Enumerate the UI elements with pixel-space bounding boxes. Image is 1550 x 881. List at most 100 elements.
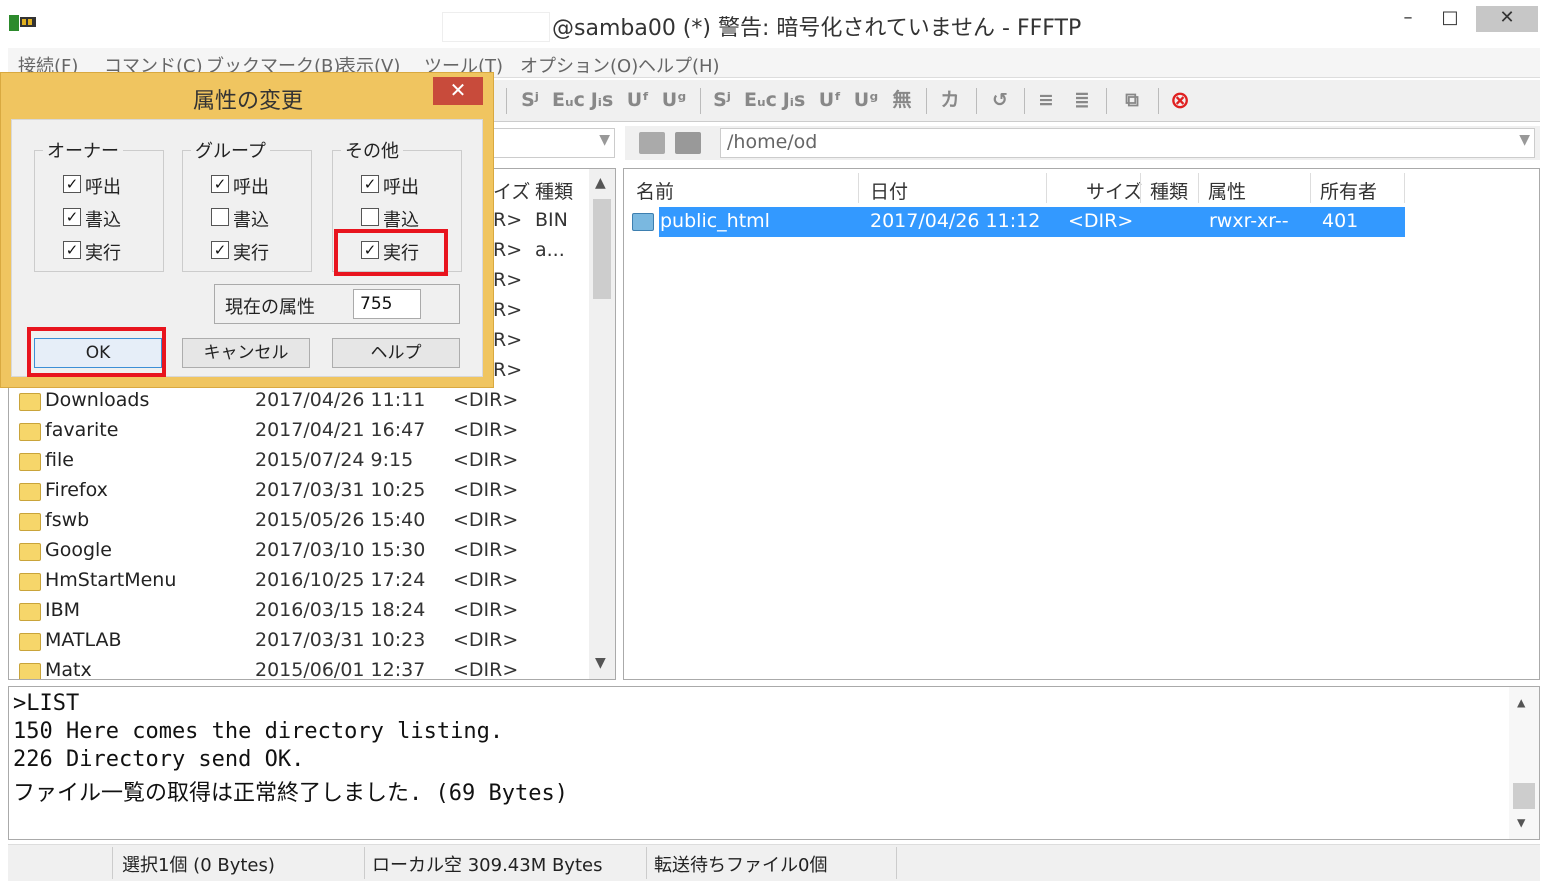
folder-up-icon[interactable] xyxy=(639,132,665,154)
column-divider[interactable] xyxy=(1310,173,1311,203)
sjis-kanji-icon[interactable]: Sʲ xyxy=(516,86,544,114)
list-view-icon[interactable]: ≡ xyxy=(1032,86,1060,114)
column-header-date[interactable]: 日付 xyxy=(870,177,908,204)
list-item[interactable]: favarite 2017/04/21 16:47 <DIR> xyxy=(9,417,589,447)
column-divider[interactable] xyxy=(1198,173,1199,203)
scroll-up-icon[interactable]: ▲ xyxy=(595,175,606,191)
scroll-up-icon[interactable]: ▲ xyxy=(1517,695,1525,711)
group-read-checkbox[interactable]: ✓ 呼出 xyxy=(211,173,301,198)
checkbox-box[interactable]: ✓ xyxy=(63,241,81,259)
open-folder-icon[interactable] xyxy=(675,132,701,154)
table-row-selected[interactable]: public_html 2017/04/26 11:12 <DIR> rwxr-… xyxy=(632,207,1405,237)
column-divider[interactable] xyxy=(858,173,859,203)
checkbox-label: 呼出 xyxy=(233,177,269,198)
column-header-type[interactable]: 種類 xyxy=(1150,177,1188,204)
no-conversion-icon[interactable]: 無 xyxy=(888,86,916,114)
sync-folders-icon[interactable]: ⧉ xyxy=(1118,86,1146,114)
maximize-button[interactable]: □ xyxy=(1432,6,1468,32)
file-name: Google xyxy=(45,539,113,561)
list-item[interactable]: Firefox 2017/03/31 10:25 <DIR> xyxy=(9,477,589,507)
column-header-attr[interactable]: 属性 xyxy=(1208,177,1246,204)
sjis-filename-icon[interactable]: Sʲ xyxy=(708,86,736,114)
scrollbar-thumb[interactable] xyxy=(593,199,611,299)
cancel-button[interactable]: キャンセル xyxy=(182,338,310,368)
checkbox-box[interactable]: ✓ xyxy=(211,175,229,193)
owner-write-checkbox[interactable]: ✓ 書込 xyxy=(63,206,153,231)
scroll-down-icon[interactable]: ▼ xyxy=(1517,815,1525,831)
column-header-owner[interactable]: 所有者 xyxy=(1320,177,1377,204)
utf8-mac-filename-icon[interactable]: Uᵍ xyxy=(852,86,880,114)
euc-filename-icon[interactable]: Eᵤc xyxy=(744,86,777,114)
group-exec-checkbox[interactable]: ✓ 実行 xyxy=(211,239,301,264)
menu-help[interactable]: ヘルプ(H) xyxy=(638,52,720,78)
jis-filename-icon[interactable]: Jᵢs xyxy=(780,86,808,114)
checkbox-box[interactable]: ✓ xyxy=(211,241,229,259)
owner-exec-checkbox[interactable]: ✓ 実行 xyxy=(63,239,153,264)
chevron-down-icon[interactable]: ▼ xyxy=(599,132,610,148)
column-divider[interactable] xyxy=(1140,173,1141,203)
utf8-bom-kanji-icon[interactable]: Uᵍ xyxy=(660,86,688,114)
list-item[interactable]: file 2015/07/24 9:15 <DIR> xyxy=(9,447,589,477)
checkbox-box[interactable]: ✓ xyxy=(361,175,379,193)
current-attribute-input[interactable]: 755 xyxy=(353,289,421,319)
folder-icon xyxy=(19,603,41,621)
checkbox-box[interactable] xyxy=(361,208,379,226)
dialog-close-button[interactable]: ✕ xyxy=(433,77,483,105)
scroll-down-icon[interactable]: ▼ xyxy=(595,655,606,671)
file-type: BIN xyxy=(535,209,568,231)
detail-view-icon[interactable]: ≣ xyxy=(1068,86,1096,114)
checkbox-box[interactable]: ✓ xyxy=(63,208,81,226)
file-name: fswb xyxy=(45,509,90,531)
help-button[interactable]: ヘルプ xyxy=(332,338,460,368)
remote-file-list[interactable]: 名前 日付 サイズ 種類 属性 所有者 public_html 2017/04/… xyxy=(623,168,1540,680)
file-date: 2017/04/26 11:12 xyxy=(870,210,1041,232)
title-redaction xyxy=(442,12,550,42)
list-item[interactable]: IBM 2016/03/15 18:24 <DIR> xyxy=(9,597,589,627)
stop-icon[interactable]: ⊗ xyxy=(1166,86,1194,114)
file-name: IBM xyxy=(45,599,81,621)
column-header-type[interactable]: 種類 xyxy=(535,177,573,204)
utf8-kanji-icon[interactable]: Uᶠ xyxy=(624,86,652,114)
list-item[interactable]: fswb 2015/05/26 15:40 <DIR> xyxy=(9,507,589,537)
refresh-icon[interactable]: ↺ xyxy=(986,86,1014,114)
current-attribute-box: 現在の属性 755 xyxy=(214,284,460,324)
column-divider[interactable] xyxy=(1404,173,1405,203)
list-item[interactable]: MATLAB 2017/03/31 10:23 <DIR> xyxy=(9,627,589,657)
column-header-name[interactable]: 名前 xyxy=(636,177,674,204)
chevron-down-icon[interactable]: ▼ xyxy=(1519,132,1530,148)
checkbox-label: 書込 xyxy=(233,210,269,231)
euc-kanji-icon[interactable]: Eᵤc xyxy=(552,86,585,114)
utf8-filename-icon[interactable]: Uᶠ xyxy=(816,86,844,114)
list-item[interactable]: Google 2017/03/10 15:30 <DIR> xyxy=(9,537,589,567)
kana-conversion-icon[interactable]: カ xyxy=(936,86,964,114)
file-size: R> xyxy=(493,239,523,261)
column-header-size[interactable]: イズ xyxy=(493,177,530,204)
menu-options[interactable]: オプション(O) xyxy=(520,52,638,78)
group-write-checkbox[interactable]: 書込 xyxy=(211,206,301,231)
local-path-combo[interactable]: ▼ xyxy=(480,128,615,158)
file-name: HmStartMenu xyxy=(45,569,177,591)
file-size: <DIR> xyxy=(453,539,519,561)
list-item[interactable]: Matx 2015/06/01 12:37 <DIR> xyxy=(9,657,589,680)
log-scrollbar[interactable]: ▲ ▼ xyxy=(1509,687,1539,839)
checkbox-box[interactable]: ✓ xyxy=(63,175,81,193)
file-name: Matx xyxy=(45,659,92,680)
list-item[interactable]: HmStartMenu 2016/10/25 17:24 <DIR> xyxy=(9,567,589,597)
toolbar-separator xyxy=(700,88,701,114)
checkbox-box[interactable] xyxy=(211,208,229,226)
log-output[interactable]: >LIST 150 Here comes the directory listi… xyxy=(8,686,1540,840)
close-window-button[interactable]: ✕ xyxy=(1476,6,1538,32)
minimize-button[interactable]: – xyxy=(1390,6,1426,32)
other-read-checkbox[interactable]: ✓ 呼出 xyxy=(361,173,451,198)
other-write-checkbox[interactable]: 書込 xyxy=(361,206,451,231)
jis-kanji-icon[interactable]: Jᵢs xyxy=(588,86,616,114)
title-bar: @samba00 (*) 警告: 暗号化されていません - FFFTP – □ … xyxy=(0,0,1550,46)
owner-read-checkbox[interactable]: ✓ 呼出 xyxy=(63,173,153,198)
list-item[interactable]: Downloads 2017/04/26 11:11 <DIR> xyxy=(9,387,589,417)
column-divider[interactable] xyxy=(1046,173,1047,203)
log-line: 226 Directory send OK. xyxy=(13,747,305,772)
scrollbar-thumb[interactable] xyxy=(1513,783,1535,809)
column-header-size[interactable]: サイズ xyxy=(1086,177,1142,204)
local-list-scrollbar[interactable]: ▲ ▼ xyxy=(589,169,615,679)
remote-path-combo[interactable]: /home/od ▼ xyxy=(720,128,1535,158)
